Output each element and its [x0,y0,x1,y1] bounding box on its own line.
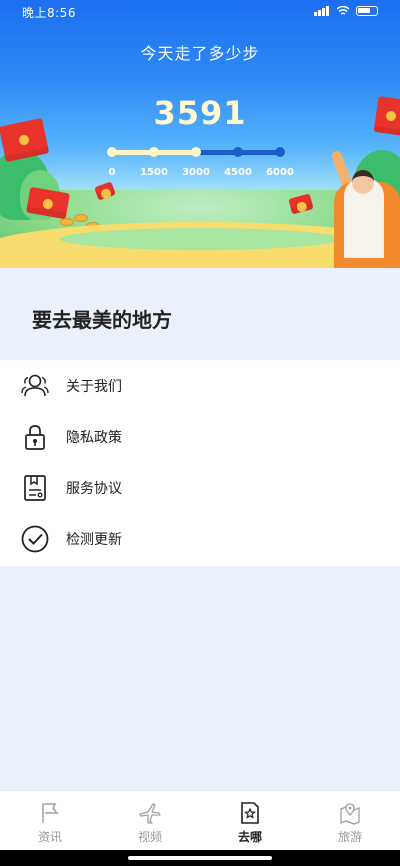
milestone-dot [107,147,117,157]
check-circle-icon [21,525,49,552]
settings-menu: 关于我们 隐私政策 服务协议 检测更新 [0,360,400,566]
coin-decoration [74,214,88,222]
bottom-tab-bar: 资讯 视频 去哪 旅游 [0,790,400,850]
tab-where-to[interactable]: 去哪 [200,791,300,851]
star-note-icon [241,802,259,824]
hero-title: 今天走了多少步 [140,44,260,63]
signal-icon [314,6,330,16]
milestone-dot [191,147,201,157]
menu-item-label: 关于我们 [66,378,122,395]
menu-item-privacy-policy[interactable]: 隐私政策 [0,411,400,462]
step-count: 3591 [153,94,247,132]
users-icon [21,374,49,396]
milestone-label: 4500 [224,167,252,178]
tab-label: 旅游 [337,830,362,844]
menu-item-label: 服务协议 [66,480,122,497]
tab-label: 去哪 [237,830,262,844]
battery-icon [356,6,378,16]
airplane-icon [139,803,161,824]
tab-label: 资讯 [37,830,62,844]
hero-banner: 晚上8:56 今天走了多少步 3591 0 1500 3000 4500 6000 [0,0,400,268]
home-indicator[interactable] [128,856,272,860]
tab-news[interactable]: 资讯 [0,791,100,851]
tab-travel[interactable]: 旅游 [300,791,400,851]
status-time: 晚上8:56 [22,6,76,20]
milestone-label: 0 [108,167,116,178]
lock-icon [25,424,45,450]
milestone-dot [275,147,285,157]
section-title: 要去最美的地方 [32,308,172,332]
person-illustration-head [352,170,374,194]
milestone-label: 3000 [182,167,210,178]
menu-item-about-us[interactable]: 关于我们 [0,360,400,411]
map-pin-icon [340,803,360,825]
tab-label: 视频 [137,830,162,844]
menu-item-label: 检测更新 [66,531,122,548]
menu-item-check-update[interactable]: 检测更新 [0,513,400,564]
section-header: 要去最美的地方 [0,268,400,360]
wifi-icon [336,6,350,15]
pond-decoration [60,228,340,250]
status-icons [314,6,378,16]
menu-item-service-agreement[interactable]: 服务协议 [0,462,400,513]
milestone-label: 6000 [266,167,294,178]
milestone-dot [233,147,243,157]
tab-video[interactable]: 视频 [100,791,200,851]
status-bar: 晚上8:56 [0,0,400,22]
coin-decoration [60,218,74,226]
milestone-dot [149,147,159,157]
document-icon [24,474,46,501]
flag-icon [42,803,59,823]
menu-item-label: 隐私政策 [66,429,122,446]
milestone-label: 1500 [140,167,168,178]
